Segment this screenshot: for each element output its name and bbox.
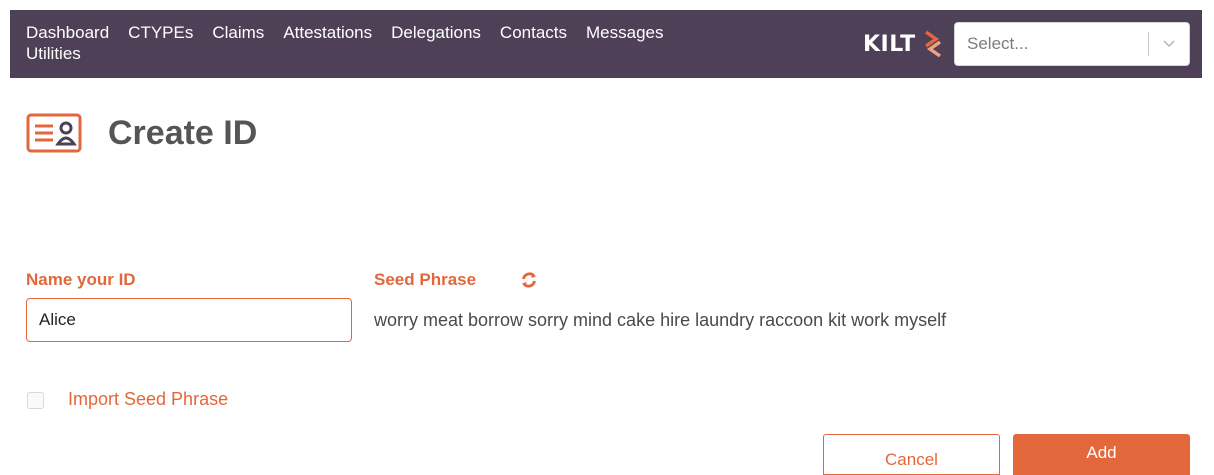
nav-ctypes[interactable]: CTYPEs [128,22,193,43]
import-seed-checkbox[interactable] [27,392,44,409]
kilt-logo-icon [924,30,941,58]
page-title-row: Create ID [26,112,257,154]
brand-logo[interactable]: KILT [863,30,944,58]
seed-phrase-text: worry meat borrow sorry mind cake hire l… [374,310,947,330]
nav-dashboard[interactable]: Dashboard [26,22,109,43]
add-button[interactable]: Add [1013,434,1190,475]
create-id-page: Dashboard CTYPEs Claims Attestations Delegat… [0,0,1214,475]
nav-attestations[interactable]: Attestations [283,22,372,43]
main-nav: Dashboard CTYPEs Claims Attestations Delegat… [26,22,846,64]
page-title: Create ID [108,113,258,152]
nav-claims[interactable]: Claims [212,22,264,43]
id-card-icon [26,113,82,153]
identity-select[interactable]: Select... [954,22,1190,66]
import-seed-label[interactable]: Import Seed Phrase [68,389,228,410]
cancel-button[interactable]: Cancel [823,434,1000,475]
refresh-icon[interactable] [520,271,538,289]
top-navigation-bar: Dashboard CTYPEs Claims Attestations Delegat… [10,10,1202,78]
brand-name: KILT [863,31,916,57]
nav-delegations[interactable]: Delegations [391,22,481,43]
seed-phrase-label: Seed Phrase [374,270,477,289]
nav-utilities[interactable]: Utilities [26,43,81,64]
nav-contacts[interactable]: Contacts [500,22,567,43]
identity-select-placeholder: Select... [967,34,1029,53]
name-id-label: Name your ID [26,270,136,289]
chevron-down-icon[interactable] [1149,22,1189,66]
nav-messages[interactable]: Messages [586,22,663,43]
name-id-input[interactable] [26,298,352,342]
